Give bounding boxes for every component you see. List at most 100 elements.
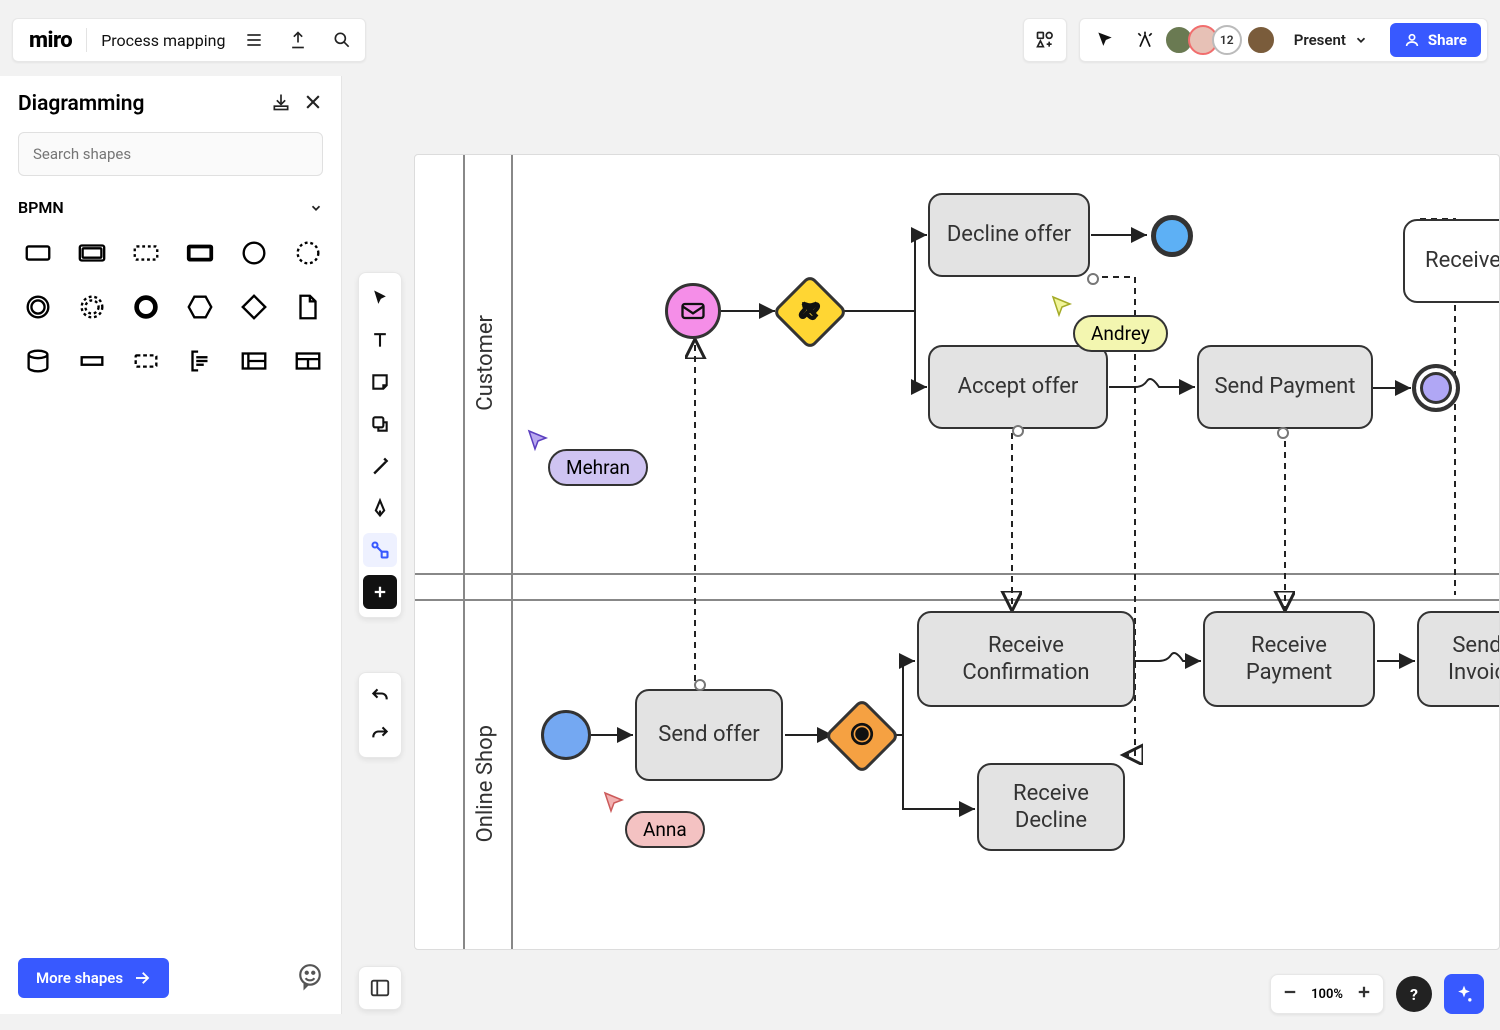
zoom-controls: 100% — [1270, 974, 1384, 1014]
ai-button[interactable] — [1444, 974, 1484, 1014]
lane-divider — [415, 599, 1499, 601]
present-button[interactable]: Present — [1286, 27, 1376, 53]
app-logo[interactable]: miro — [29, 28, 72, 53]
avatar-overflow-count[interactable]: 12 — [1212, 25, 1242, 55]
avatar[interactable] — [1246, 25, 1276, 55]
section-label: BPMN — [18, 198, 64, 217]
arrow-right-icon — [133, 969, 151, 987]
tool-pen[interactable] — [363, 491, 397, 525]
shape-data-store[interactable] — [18, 341, 58, 381]
shape-event-subprocess[interactable] — [126, 233, 166, 273]
collaboration-card: 12 Present Share — [1079, 18, 1488, 62]
bpmn-task-send-offer[interactable]: Send offer — [635, 689, 783, 781]
selection-handle[interactable] — [1087, 273, 1099, 285]
tool-text[interactable] — [363, 323, 397, 357]
tool-add[interactable] — [363, 575, 397, 609]
tool-line[interactable] — [363, 449, 397, 483]
help-button[interactable]: ? — [1396, 976, 1432, 1012]
feedback-icon[interactable] — [297, 963, 323, 993]
reactions-icon[interactable] — [1130, 25, 1160, 55]
bpmn-task-accept-offer[interactable]: Accept offer — [928, 345, 1108, 429]
cursor-mode-icon[interactable] — [1090, 25, 1120, 55]
shape-call-activity[interactable] — [180, 233, 220, 273]
shape-transaction[interactable] — [72, 233, 112, 273]
bpmn-task-receive-confirmation[interactable]: Receive Confirmation — [917, 611, 1135, 707]
search-icon[interactable] — [327, 25, 357, 55]
shape-gateway-hexagon[interactable] — [180, 287, 220, 327]
live-cursor-andrey: Andrey — [1073, 315, 1168, 352]
lane-border — [511, 155, 513, 949]
tool-select[interactable] — [363, 281, 397, 315]
lane-header-border — [463, 155, 465, 949]
live-cursor-icon — [603, 791, 627, 815]
bpmn-task-send-payment[interactable]: Send Payment — [1197, 345, 1373, 429]
bpmn-end-event[interactable] — [1151, 215, 1193, 257]
history-rail — [358, 672, 402, 758]
bpmn-start-event[interactable] — [541, 710, 591, 760]
selection-handle[interactable] — [694, 679, 706, 691]
top-bar: miro Process mapping 12 — [12, 18, 1488, 62]
bottom-right-controls: 100% ? — [1270, 974, 1484, 1014]
shape-text-annotation[interactable] — [180, 341, 220, 381]
close-icon[interactable] — [303, 92, 323, 116]
shape-data-object[interactable] — [288, 287, 328, 327]
bpmn-task-receive-payment[interactable]: Receive Payment — [1203, 611, 1375, 707]
export-icon[interactable] — [283, 25, 313, 55]
chevron-down-icon — [309, 201, 323, 215]
canvas[interactable]: Customer Online Shop Decline offer — [414, 154, 1500, 950]
shape-intermediate-event-noninterrupt[interactable] — [288, 233, 328, 273]
lane-label-online-shop[interactable]: Online Shop — [473, 725, 498, 842]
shape-end-event[interactable] — [18, 287, 58, 327]
live-cursor-icon — [527, 429, 551, 453]
selection-handle[interactable] — [1277, 427, 1289, 439]
shape-terminate-event[interactable] — [126, 287, 166, 327]
more-shapes-button[interactable]: More shapes — [18, 958, 169, 998]
selection-handle[interactable] — [1012, 425, 1024, 437]
chevron-down-icon — [1354, 33, 1368, 47]
section-toggle-bpmn[interactable]: BPMN — [18, 198, 323, 217]
tool-shape[interactable] — [363, 407, 397, 441]
tool-sticky[interactable] — [363, 365, 397, 399]
collaborator-avatars[interactable]: 12 — [1170, 25, 1276, 55]
zoom-out-button[interactable] — [1281, 983, 1299, 1005]
apps-button[interactable] — [1023, 18, 1067, 62]
bpmn-task-send-invoice[interactable]: Send Invoic — [1417, 611, 1500, 707]
frames-panel-button[interactable] — [358, 966, 402, 1010]
lane-label-customer[interactable]: Customer — [473, 315, 498, 411]
redo-button[interactable] — [363, 717, 397, 751]
tool-flow[interactable] — [363, 533, 397, 567]
live-cursor-anna: Anna — [625, 811, 705, 848]
bpmn-message-start-event[interactable] — [665, 283, 721, 339]
more-shapes-label: More shapes — [36, 969, 123, 987]
bpmn-task-decline-offer[interactable]: Decline offer — [928, 193, 1090, 277]
share-label: Share — [1428, 31, 1467, 49]
search-input[interactable] — [18, 132, 323, 176]
shape-group[interactable] — [126, 341, 166, 381]
board-title[interactable]: Process mapping — [101, 31, 225, 50]
live-cursor-mehran: Mehran — [548, 449, 648, 486]
zoom-level[interactable]: 100% — [1311, 987, 1343, 1002]
menu-icon[interactable] — [239, 25, 269, 55]
bpmn-task-receive-decline[interactable]: Receive Decline — [977, 763, 1125, 851]
bpmn-task-receive[interactable]: Receive — [1403, 219, 1500, 303]
import-icon[interactable] — [271, 92, 291, 116]
share-button[interactable]: Share — [1390, 23, 1481, 57]
top-bar-left: miro Process mapping — [12, 18, 366, 62]
shape-intermediate-event-dashed[interactable] — [72, 287, 112, 327]
panel-header: Diagramming — [18, 92, 323, 116]
panel-footer: More shapes — [18, 946, 323, 998]
lane-divider — [415, 573, 1499, 575]
bpmn-exclusive-gateway[interactable] — [772, 274, 848, 350]
divider — [86, 28, 87, 52]
bpmn-event-based-gateway[interactable] — [824, 698, 900, 774]
zoom-in-button[interactable] — [1355, 983, 1373, 1005]
shape-task[interactable] — [18, 233, 58, 273]
shapes-panel: Diagramming BPMN More shapes — [0, 76, 342, 1014]
undo-button[interactable] — [363, 679, 397, 713]
shape-pool-horizontal[interactable] — [234, 341, 274, 381]
shape-gateway-exclusive[interactable] — [234, 287, 274, 327]
shape-start-event[interactable] — [234, 233, 274, 273]
shape-pool-vertical[interactable] — [288, 341, 328, 381]
bpmn-intermediate-event[interactable] — [1412, 364, 1460, 412]
shape-annotation[interactable] — [72, 341, 112, 381]
